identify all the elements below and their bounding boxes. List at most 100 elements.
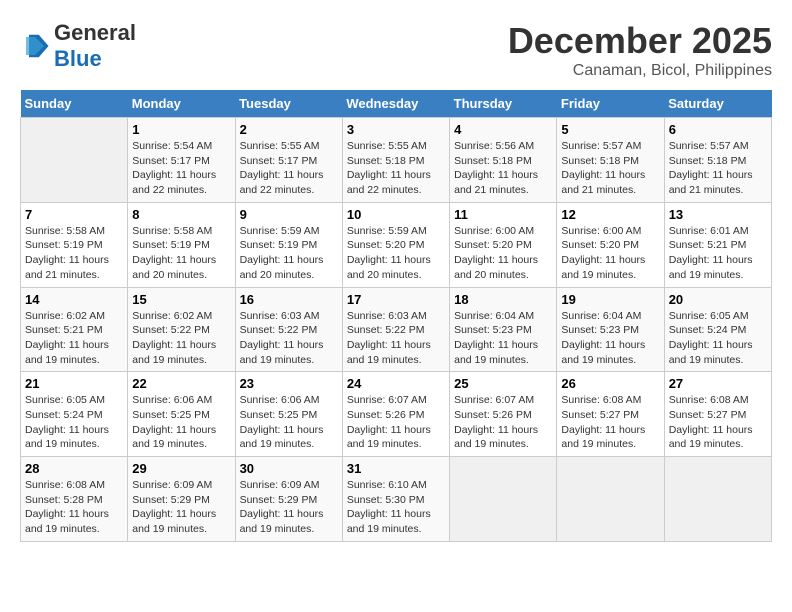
day-number: 2 [240, 122, 338, 137]
calendar-cell: 17Sunrise: 6:03 AM Sunset: 5:22 PM Dayli… [342, 287, 449, 372]
day-number: 28 [25, 461, 123, 476]
day-number: 13 [669, 207, 767, 222]
day-info: Sunrise: 6:00 AM Sunset: 5:20 PM Dayligh… [454, 224, 552, 283]
calendar-cell: 10 Sunrise: 5:59 AM Sunset: 5:20 PM Dayli… [342, 202, 449, 287]
calendar-week-row: 7 Sunrise: 5:58 AM Sunset: 5:19 PM Daylig… [21, 202, 772, 287]
day-info: Sunrise: 5:59 AM Sunset: 5:19 PM Dayligh… [240, 224, 338, 283]
day-number: 11 [454, 207, 552, 222]
day-number: 17 [347, 292, 445, 307]
day-info: Sunrise: 6:08 AM Sunset: 5:27 PM Dayligh… [669, 393, 767, 452]
calendar-cell: 2 Sunrise: 5:55 AM Sunset: 5:17 PM Daylig… [235, 118, 342, 203]
day-number: 6 [669, 122, 767, 137]
calendar-cell: 12 Sunrise: 6:00 AM Sunset: 5:20 PM Dayli… [557, 202, 664, 287]
day-number: 21 [25, 376, 123, 391]
calendar-cell: 9 Sunrise: 5:59 AM Sunset: 5:19 PM Daylig… [235, 202, 342, 287]
day-info: Sunrise: 6:06 AM Sunset: 5:25 PM Dayligh… [240, 393, 338, 452]
day-info: Sunrise: 6:08 AM Sunset: 5:27 PM Dayligh… [561, 393, 659, 452]
weekday-header-sunday: Sunday [21, 90, 128, 118]
day-number: 3 [347, 122, 445, 137]
day-info: Sunrise: 6:07 AM Sunset: 5:26 PM Dayligh… [454, 393, 552, 452]
calendar-week-row: 21 Sunrise: 6:05 AM Sunset: 5:24 PM Dayli… [21, 372, 772, 457]
day-info: Sunrise: 6:02 AM Sunset: 5:21 PM Dayligh… [25, 309, 123, 368]
day-info: Sunrise: 6:04 AM Sunset: 5:23 PM Dayligh… [454, 309, 552, 368]
calendar-cell [450, 457, 557, 542]
calendar-cell: 20Sunrise: 6:05 AM Sunset: 5:24 PM Dayli… [664, 287, 771, 372]
logo-blue-text: Blue [54, 46, 102, 71]
calendar-cell [21, 118, 128, 203]
page-header: General Blue December 2025 Canaman, Bico… [20, 20, 772, 80]
calendar-cell: 21 Sunrise: 6:05 AM Sunset: 5:24 PM Dayli… [21, 372, 128, 457]
day-info: Sunrise: 5:58 AM Sunset: 5:19 PM Dayligh… [25, 224, 123, 283]
calendar-cell: 4 Sunrise: 5:56 AM Sunset: 5:18 PM Daylig… [450, 118, 557, 203]
day-info: Sunrise: 5:55 AM Sunset: 5:17 PM Dayligh… [240, 139, 338, 198]
calendar-cell: 26Sunrise: 6:08 AM Sunset: 5:27 PM Dayli… [557, 372, 664, 457]
day-number: 1 [132, 122, 230, 137]
day-number: 8 [132, 207, 230, 222]
calendar-cell: 16 Sunrise: 6:03 AM Sunset: 5:22 PM Dayli… [235, 287, 342, 372]
day-info: Sunrise: 5:55 AM Sunset: 5:18 PM Dayligh… [347, 139, 445, 198]
day-number: 24 [347, 376, 445, 391]
day-number: 9 [240, 207, 338, 222]
weekday-header-monday: Monday [128, 90, 235, 118]
month-title: December 2025 [508, 20, 772, 62]
calendar-cell: 29 Sunrise: 6:09 AM Sunset: 5:29 PM Dayli… [128, 457, 235, 542]
day-number: 20 [669, 292, 767, 307]
calendar-cell: 13 Sunrise: 6:01 AM Sunset: 5:21 PM Dayli… [664, 202, 771, 287]
logo-general-text: General [54, 20, 136, 45]
calendar-cell: 8 Sunrise: 5:58 AM Sunset: 5:19 PM Daylig… [128, 202, 235, 287]
day-number: 5 [561, 122, 659, 137]
weekday-header-wednesday: Wednesday [342, 90, 449, 118]
day-info: Sunrise: 6:02 AM Sunset: 5:22 PM Dayligh… [132, 309, 230, 368]
day-info: Sunrise: 6:05 AM Sunset: 5:24 PM Dayligh… [25, 393, 123, 452]
calendar-cell: 7 Sunrise: 5:58 AM Sunset: 5:19 PM Daylig… [21, 202, 128, 287]
calendar-cell: 11 Sunrise: 6:00 AM Sunset: 5:20 PM Dayli… [450, 202, 557, 287]
calendar-week-row: 28 Sunrise: 6:08 AM Sunset: 5:28 PM Dayli… [21, 457, 772, 542]
day-info: Sunrise: 5:54 AM Sunset: 5:17 PM Dayligh… [132, 139, 230, 198]
day-info: Sunrise: 5:59 AM Sunset: 5:20 PM Dayligh… [347, 224, 445, 283]
calendar-cell: 27 Sunrise: 6:08 AM Sunset: 5:27 PM Dayli… [664, 372, 771, 457]
day-number: 29 [132, 461, 230, 476]
day-number: 10 [347, 207, 445, 222]
day-info: Sunrise: 6:09 AM Sunset: 5:29 PM Dayligh… [132, 478, 230, 537]
weekday-header-row: SundayMondayTuesdayWednesdayThursdayFrid… [21, 90, 772, 118]
calendar-week-row: 14 Sunrise: 6:02 AM Sunset: 5:21 PM Dayli… [21, 287, 772, 372]
day-number: 31 [347, 461, 445, 476]
calendar-cell: 28 Sunrise: 6:08 AM Sunset: 5:28 PM Dayli… [21, 457, 128, 542]
day-info: Sunrise: 6:01 AM Sunset: 5:21 PM Dayligh… [669, 224, 767, 283]
calendar-cell: 1 Sunrise: 5:54 AM Sunset: 5:17 PM Daylig… [128, 118, 235, 203]
day-info: Sunrise: 5:56 AM Sunset: 5:18 PM Dayligh… [454, 139, 552, 198]
weekday-header-tuesday: Tuesday [235, 90, 342, 118]
calendar-cell: 24Sunrise: 6:07 AM Sunset: 5:26 PM Dayli… [342, 372, 449, 457]
day-info: Sunrise: 5:58 AM Sunset: 5:19 PM Dayligh… [132, 224, 230, 283]
calendar-cell: 15 Sunrise: 6:02 AM Sunset: 5:22 PM Dayli… [128, 287, 235, 372]
day-number: 14 [25, 292, 123, 307]
weekday-header-thursday: Thursday [450, 90, 557, 118]
day-number: 12 [561, 207, 659, 222]
day-info: Sunrise: 6:06 AM Sunset: 5:25 PM Dayligh… [132, 393, 230, 452]
day-number: 27 [669, 376, 767, 391]
calendar-cell: 5 Sunrise: 5:57 AM Sunset: 5:18 PM Daylig… [557, 118, 664, 203]
day-number: 16 [240, 292, 338, 307]
title-block: December 2025 Canaman, Bicol, Philippine… [508, 20, 772, 80]
calendar-cell [664, 457, 771, 542]
calendar-cell: 18Sunrise: 6:04 AM Sunset: 5:23 PM Dayli… [450, 287, 557, 372]
day-info: Sunrise: 5:57 AM Sunset: 5:18 PM Dayligh… [669, 139, 767, 198]
calendar-cell [557, 457, 664, 542]
calendar-cell: 19Sunrise: 6:04 AM Sunset: 5:23 PM Dayli… [557, 287, 664, 372]
day-info: Sunrise: 5:57 AM Sunset: 5:18 PM Dayligh… [561, 139, 659, 198]
day-number: 4 [454, 122, 552, 137]
day-number: 30 [240, 461, 338, 476]
logo: General Blue [20, 20, 136, 72]
day-info: Sunrise: 6:00 AM Sunset: 5:20 PM Dayligh… [561, 224, 659, 283]
day-number: 15 [132, 292, 230, 307]
day-number: 19 [561, 292, 659, 307]
day-info: Sunrise: 6:03 AM Sunset: 5:22 PM Dayligh… [240, 309, 338, 368]
day-info: Sunrise: 6:08 AM Sunset: 5:28 PM Dayligh… [25, 478, 123, 537]
weekday-header-friday: Friday [557, 90, 664, 118]
day-number: 7 [25, 207, 123, 222]
calendar-cell: 23Sunrise: 6:06 AM Sunset: 5:25 PM Dayli… [235, 372, 342, 457]
calendar-cell: 3 Sunrise: 5:55 AM Sunset: 5:18 PM Daylig… [342, 118, 449, 203]
calendar-cell: 6 Sunrise: 5:57 AM Sunset: 5:18 PM Daylig… [664, 118, 771, 203]
calendar-cell: 30 Sunrise: 6:09 AM Sunset: 5:29 PM Dayli… [235, 457, 342, 542]
day-info: Sunrise: 6:09 AM Sunset: 5:29 PM Dayligh… [240, 478, 338, 537]
